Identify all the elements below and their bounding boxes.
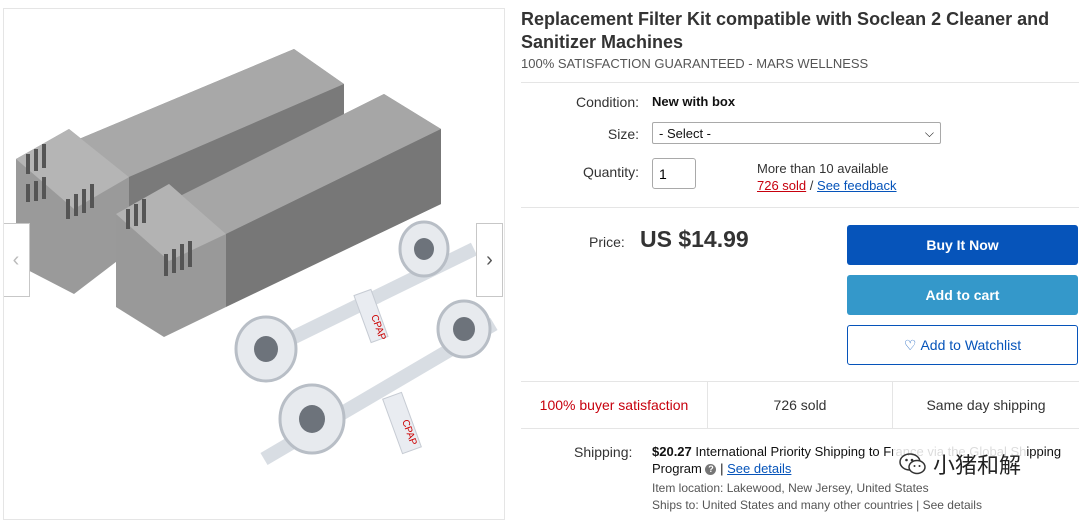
- previous-image-button[interactable]: ‹: [4, 223, 30, 297]
- quantity-label: Quantity:: [582, 164, 639, 180]
- condition-value: New with box: [652, 94, 736, 109]
- chevron-down-icon: ⌵: [924, 125, 934, 140]
- add-to-watchlist-button[interactable]: ♡ Add to Watchlist: [847, 325, 1078, 365]
- quantity-input[interactable]: [652, 158, 696, 189]
- shipping-label: Shipping:: [574, 444, 633, 460]
- sold-count-link[interactable]: 726 sold: [757, 178, 806, 193]
- chevron-right-icon: ›: [486, 248, 493, 271]
- shipping-cost: $20.27: [652, 444, 692, 459]
- add-to-cart-button[interactable]: Add to cart: [847, 275, 1078, 315]
- divider: [521, 207, 1079, 208]
- product-subtitle: 100% SATISFACTION GUARANTEED - MARS WELL…: [521, 56, 869, 71]
- ships-to: Ships to: United States and many other c…: [652, 498, 982, 512]
- watermark-text: 小猪和解: [933, 453, 1022, 478]
- price-value: US $14.99: [640, 226, 749, 252]
- condition-label: Condition:: [575, 94, 639, 110]
- seller-stats-bar: 100% buyer satisfaction 726 sold Same da…: [521, 381, 1079, 429]
- sold-count-stat: 726 sold: [708, 382, 893, 428]
- heart-icon: ♡: [903, 336, 917, 353]
- product-image: CPAP CPAP: [16, 49, 498, 466]
- next-image-button[interactable]: ›: [476, 223, 503, 297]
- item-location: Item location: Lakewood, New Jersey, Uni…: [652, 481, 929, 495]
- chevron-left-icon: ‹: [12, 248, 20, 271]
- size-select[interactable]: - Select - ⌵: [652, 122, 941, 144]
- availability-text: More than 10 available: [757, 161, 889, 176]
- watermark: 小猪和解: [893, 446, 1028, 482]
- see-details-link[interactable]: See details: [727, 461, 791, 476]
- product-title: Replacement Filter Kit compatible with S…: [521, 9, 1050, 52]
- divider: [521, 82, 1079, 83]
- buy-it-now-button[interactable]: Buy It Now: [847, 225, 1078, 265]
- watchlist-label: Add to Watchlist: [920, 337, 1022, 353]
- size-selected-value: - Select -: [659, 125, 712, 141]
- buyer-satisfaction-stat: 100% buyer satisfaction: [521, 382, 708, 428]
- info-icon[interactable]: ?: [705, 464, 717, 476]
- see-feedback-link[interactable]: See feedback: [817, 178, 897, 193]
- separator: /: [809, 178, 814, 193]
- product-image-panel[interactable]: CPAP CPAP ‹ ›: [3, 8, 505, 520]
- shipping-speed-stat: Same day shipping: [926, 397, 1046, 413]
- sold-feedback-line: 726 sold / See feedback: [757, 178, 897, 193]
- size-label: Size:: [607, 126, 639, 142]
- price-label: Price:: [589, 234, 625, 250]
- wechat-logo-icon: [899, 453, 926, 475]
